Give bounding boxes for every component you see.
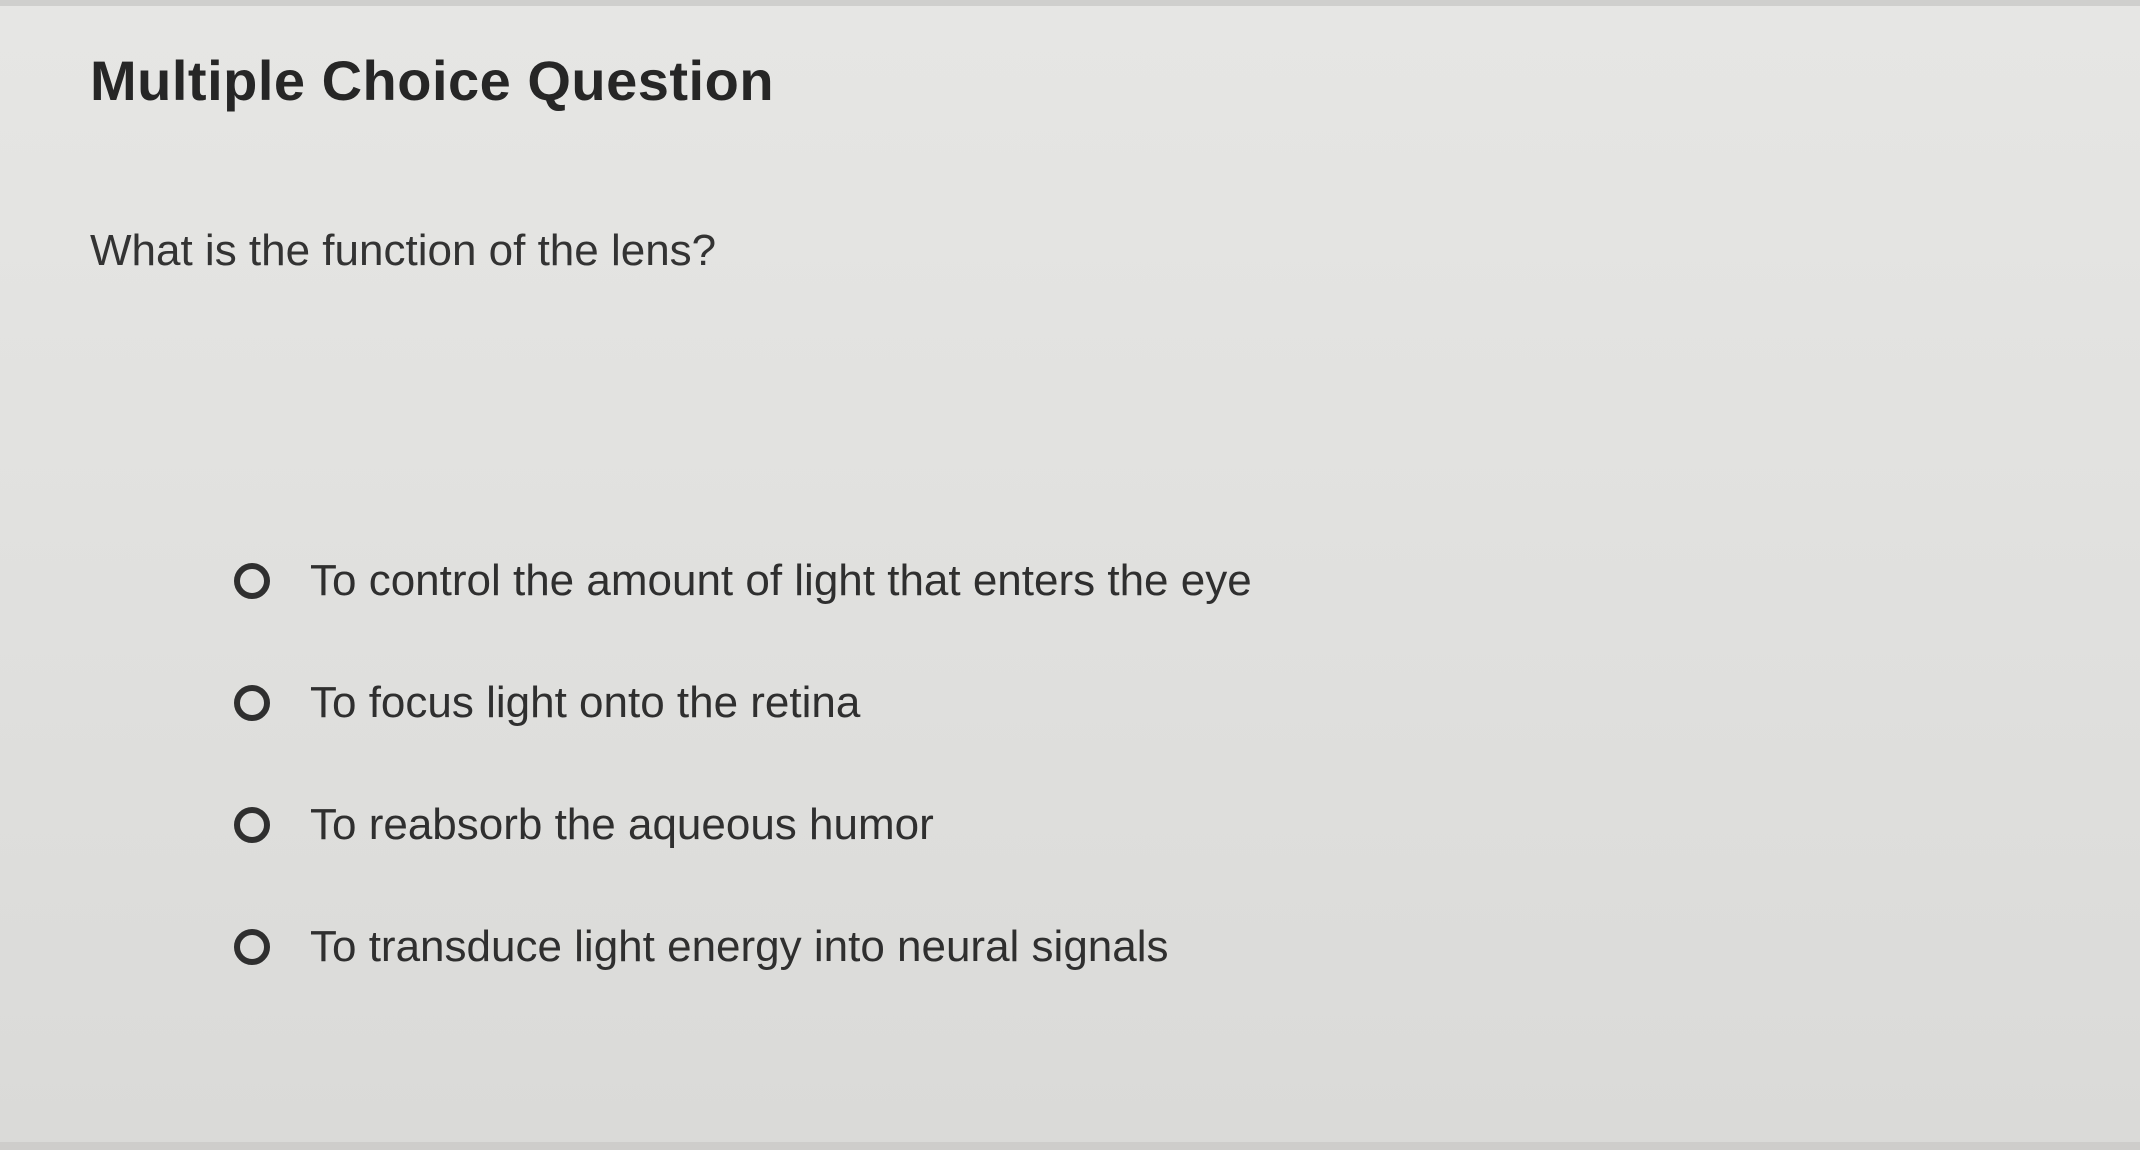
answer-option-label[interactable]: To reabsorb the aqueous humor (310, 800, 934, 850)
answer-option-4[interactable]: To transduce light energy into neural si… (234, 886, 1734, 1008)
question-type-heading: Multiple Choice Question (90, 49, 775, 112)
question-page: Multiple Choice Question What is the fun… (0, 0, 2140, 1150)
answer-option-label[interactable]: To control the amount of light that ente… (310, 556, 1252, 606)
answer-options: To control the amount of light that ente… (234, 520, 1734, 1008)
radio-button-icon[interactable] (234, 563, 270, 599)
answer-option-label[interactable]: To focus light onto the retina (310, 678, 860, 728)
radio-button-icon[interactable] (234, 685, 270, 721)
top-divider (0, 0, 2140, 6)
radio-button-icon[interactable] (234, 929, 270, 965)
answer-option-label[interactable]: To transduce light energy into neural si… (310, 922, 1169, 972)
bottom-divider (0, 1142, 2140, 1150)
answer-option-2[interactable]: To focus light onto the retina (234, 642, 1734, 764)
radio-button-icon[interactable] (234, 807, 270, 843)
answer-option-3[interactable]: To reabsorb the aqueous humor (234, 764, 1734, 886)
answer-option-1[interactable]: To control the amount of light that ente… (234, 520, 1734, 642)
question-prompt: What is the function of the lens? (90, 226, 717, 275)
